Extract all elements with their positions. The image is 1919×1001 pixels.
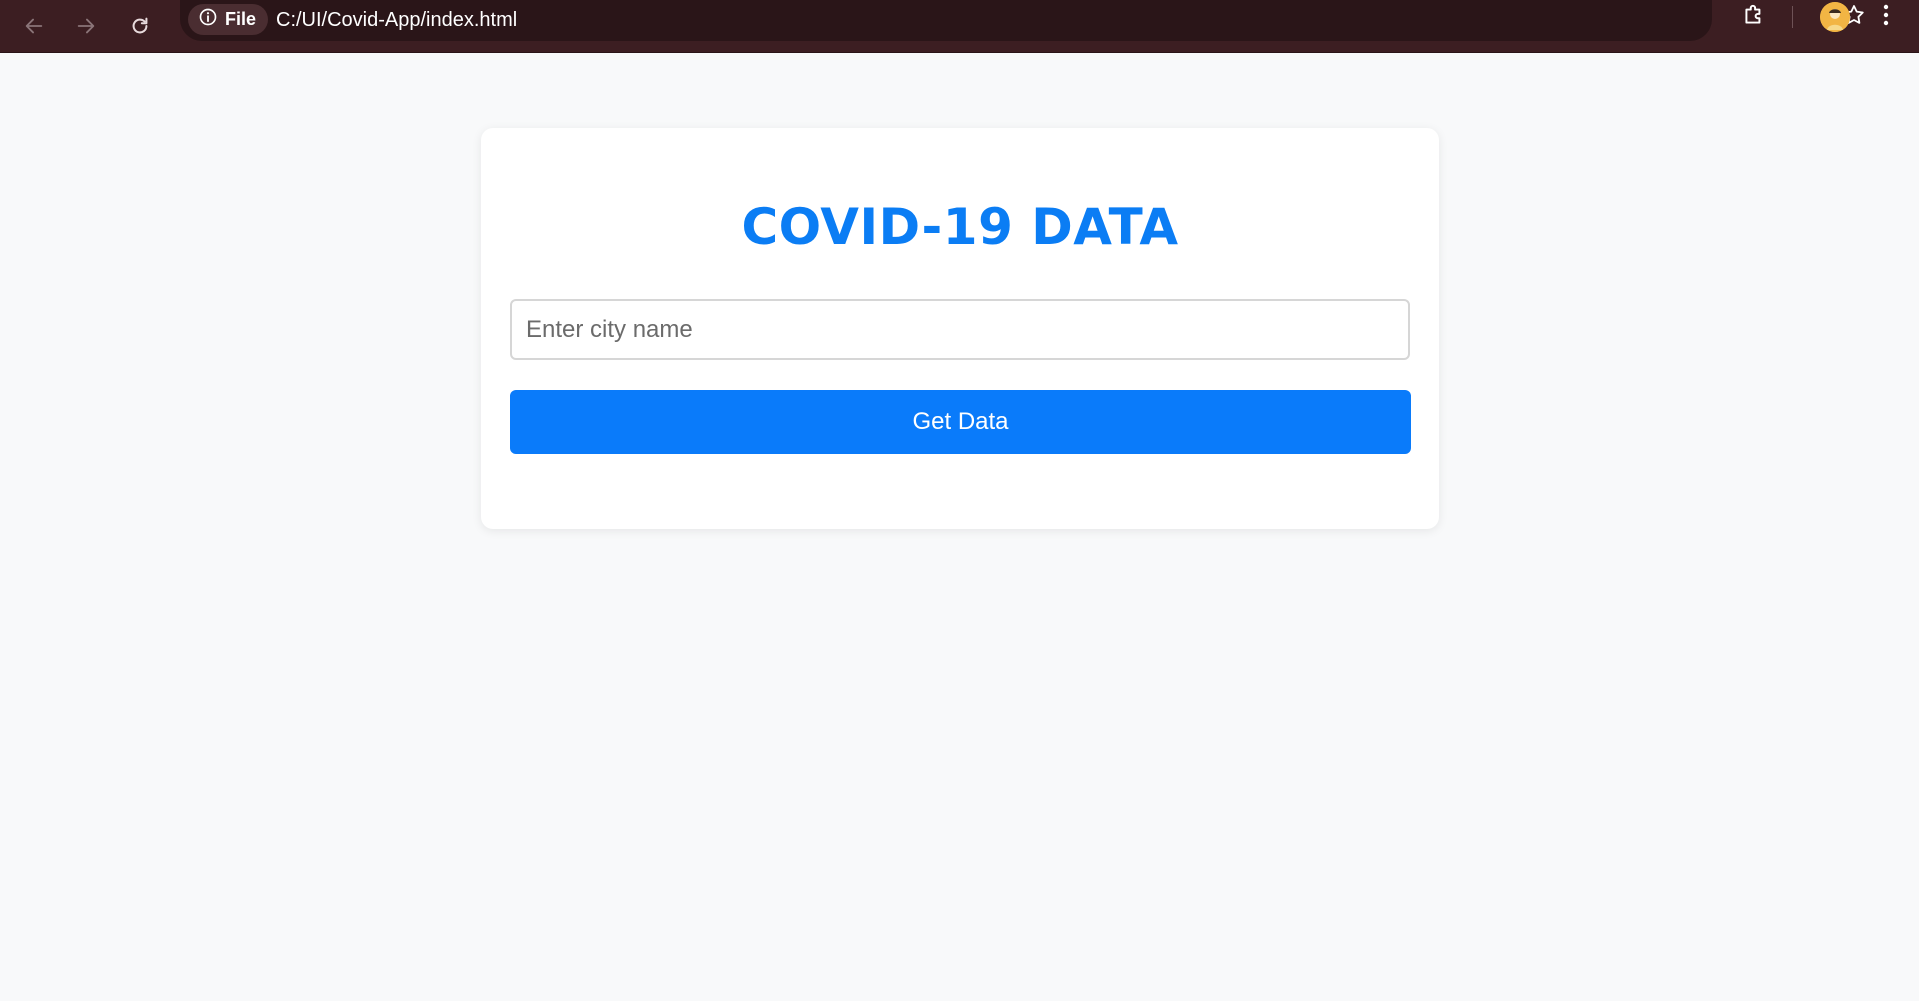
address-bar[interactable]: File C:/UI/Covid-App/index.html	[180, 0, 1864, 41]
page-viewport: COVID-19 DATA Get Data	[0, 53, 1919, 1001]
kebab-menu-icon	[1882, 4, 1890, 31]
arrow-left-icon	[23, 15, 45, 37]
site-info-chip[interactable]: File	[188, 4, 269, 35]
url-text[interactable]: C:/UI/Covid-App/index.html	[276, 6, 517, 34]
reload-button[interactable]	[118, 4, 162, 48]
get-data-button[interactable]: Get Data	[510, 390, 1411, 454]
extensions-button[interactable]	[1732, 0, 1776, 34]
puzzle-icon	[1741, 2, 1767, 33]
arrow-right-icon	[75, 15, 97, 37]
browser-toolbar: File C:/UI/Covid-App/index.html	[0, 0, 1919, 53]
forward-button[interactable]	[64, 4, 108, 48]
toolbar-divider	[1792, 6, 1793, 28]
city-name-input[interactable]	[510, 299, 1410, 360]
info-icon	[198, 7, 218, 32]
covid-data-card: COVID-19 DATA Get Data	[481, 128, 1439, 529]
profile-avatar[interactable]	[1820, 2, 1850, 32]
site-chip-label: File	[225, 9, 257, 29]
back-button[interactable]	[12, 4, 56, 48]
browser-menu-button[interactable]	[1868, 0, 1904, 34]
reload-icon	[129, 15, 151, 37]
page-title: COVID-19 DATA	[741, 198, 1179, 256]
